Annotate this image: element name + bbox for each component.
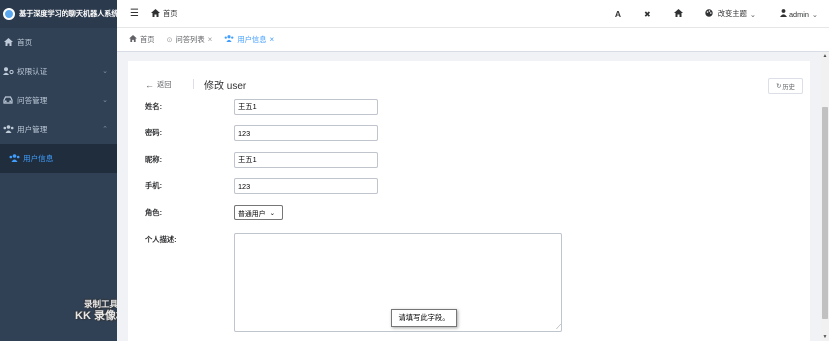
sidebar: 基于深度学习的聊天机器人系统 首页 权限认证 ⌄ 问答管理 ⌄ 用户管理 ⌃ 用… — [0, 0, 119, 341]
tag-qa-list[interactable]: ⊙ 问答列表 × — [167, 31, 213, 49]
close-icon[interactable]: × — [270, 35, 275, 44]
logo-row: 基于深度学习的聊天机器人系统 — [0, 0, 119, 28]
history-button[interactable]: ↻ 历史 — [768, 78, 803, 94]
divider — [193, 79, 194, 89]
role-select[interactable]: 普通用户 ⌄ — [234, 205, 283, 220]
tag-label: 首页 — [140, 34, 155, 44]
app-title: 基于深度学习的聊天机器人系统 — [19, 9, 119, 18]
chevron-up-icon: ⌃ — [102, 126, 108, 133]
chevron-down-icon: ⌄ — [102, 68, 108, 75]
navbar-right: A ✖ 改变主题 ⌄ admin ⌄ — [615, 0, 829, 28]
home-icon — [129, 35, 137, 44]
users-icon — [8, 153, 20, 164]
validation-tooltip: 请填写此字段。 — [391, 309, 457, 327]
sidebar-item-qa[interactable]: 问答管理 ⌄ — [0, 86, 117, 115]
breadcrumb-label: 首页 — [162, 8, 178, 18]
navbar: ☰ 首页 A ✖ 改变主题 ⌄ admin ⌄ — [117, 0, 829, 28]
users-icon — [2, 124, 14, 135]
theme-label: 改变主题 — [717, 9, 747, 18]
form-row-phone: 手机: — [145, 178, 378, 194]
page-scrollbar[interactable]: ▲ ▼ — [821, 52, 829, 341]
arrow-left-icon: ← — [145, 80, 154, 90]
form-row-password: 密码: — [145, 125, 378, 141]
scroll-thumb[interactable] — [822, 107, 828, 319]
tag-label: 问答列表 — [175, 34, 205, 44]
name-input[interactable] — [234, 99, 378, 115]
history-icon: ↻ — [776, 82, 782, 90]
main-content: ← 返回 修改 user ↻ 历史 姓名: 密码: 昵称: 手机: 角色: 普 — [117, 52, 821, 341]
user-key-icon — [2, 66, 14, 77]
role-label: 角色: — [145, 207, 163, 217]
form-row-name: 姓名: — [145, 99, 378, 115]
phone-input[interactable] — [234, 178, 378, 194]
hamburger-icon[interactable]: ☰ — [130, 8, 139, 19]
sidebar-item-home[interactable]: 首页 — [0, 28, 117, 57]
page-title: 修改 user — [204, 81, 247, 92]
sidebar-item-label: 首页 — [17, 38, 33, 47]
tag-label: 用户信息 — [237, 34, 267, 44]
home-shortcut-icon[interactable] — [673, 9, 683, 19]
palette-icon — [704, 9, 713, 19]
chevron-down-icon: ⌄ — [749, 9, 756, 19]
breadcrumb[interactable]: 首页 — [150, 8, 178, 19]
sidebar-item-auth[interactable]: 权限认证 ⌄ — [0, 57, 117, 86]
username-label: admin — [789, 9, 809, 19]
font-size-icon[interactable]: A — [615, 9, 621, 19]
form-row-nickname: 昵称: — [145, 152, 378, 168]
back-label: 返回 — [157, 80, 172, 89]
tags-view: 首页 ⊙ 问答列表 × 用户信息 × — [117, 28, 829, 52]
sidebar-item-label: 用户信息 — [23, 154, 54, 163]
scroll-down-icon[interactable]: ▼ — [821, 333, 829, 341]
nickname-input[interactable] — [234, 152, 378, 168]
password-label: 密码: — [145, 128, 163, 137]
sidebar-item-user-management[interactable]: 用户管理 ⌃ — [0, 115, 117, 144]
edit-card: ← 返回 修改 user ↻ 历史 姓名: 密码: 昵称: 手机: 角色: 普 — [128, 61, 810, 341]
bio-label: 个人描述: — [145, 235, 177, 244]
tag-home[interactable]: 首页 — [129, 31, 155, 49]
chevron-down-icon: ⌄ — [269, 209, 276, 217]
sidebar-item-label: 问答管理 — [17, 96, 48, 105]
theme-dropdown[interactable]: 改变主题 ⌄ — [704, 9, 756, 19]
history-label: 历史 — [782, 83, 795, 91]
home-icon — [2, 37, 14, 48]
users-icon — [224, 35, 234, 44]
scroll-up-icon[interactable]: ▲ — [821, 52, 829, 60]
tag-user-info[interactable]: 用户信息 × — [224, 31, 274, 49]
name-label: 姓名: — [145, 102, 163, 111]
phone-label: 手机: — [145, 181, 163, 190]
sidebar-item-label: 权限认证 — [17, 67, 48, 76]
fullscreen-icon[interactable]: ✖ — [644, 10, 651, 19]
user-icon — [780, 9, 787, 19]
circle-icon: ⊙ — [166, 36, 173, 44]
form-row-role: 角色: 普通用户 ⌄ — [145, 205, 283, 220]
form-row-bio: 个人描述: — [145, 235, 234, 245]
sidebar-item-label: 用户管理 — [17, 125, 48, 134]
role-value: 普通用户 — [238, 210, 266, 218]
car-icon — [2, 95, 14, 106]
nickname-label: 昵称: — [145, 155, 163, 164]
chevron-down-icon: ⌄ — [811, 9, 818, 19]
home-icon — [150, 8, 160, 19]
user-dropdown[interactable]: admin ⌄ — [780, 9, 818, 19]
sidebar-item-user-info[interactable]: 用户信息 — [0, 144, 117, 173]
password-input[interactable] — [234, 125, 378, 141]
back-button[interactable]: ← 返回 — [145, 80, 172, 90]
logo-icon — [3, 8, 15, 20]
chevron-down-icon: ⌄ — [102, 97, 108, 104]
close-icon[interactable]: × — [208, 35, 213, 44]
